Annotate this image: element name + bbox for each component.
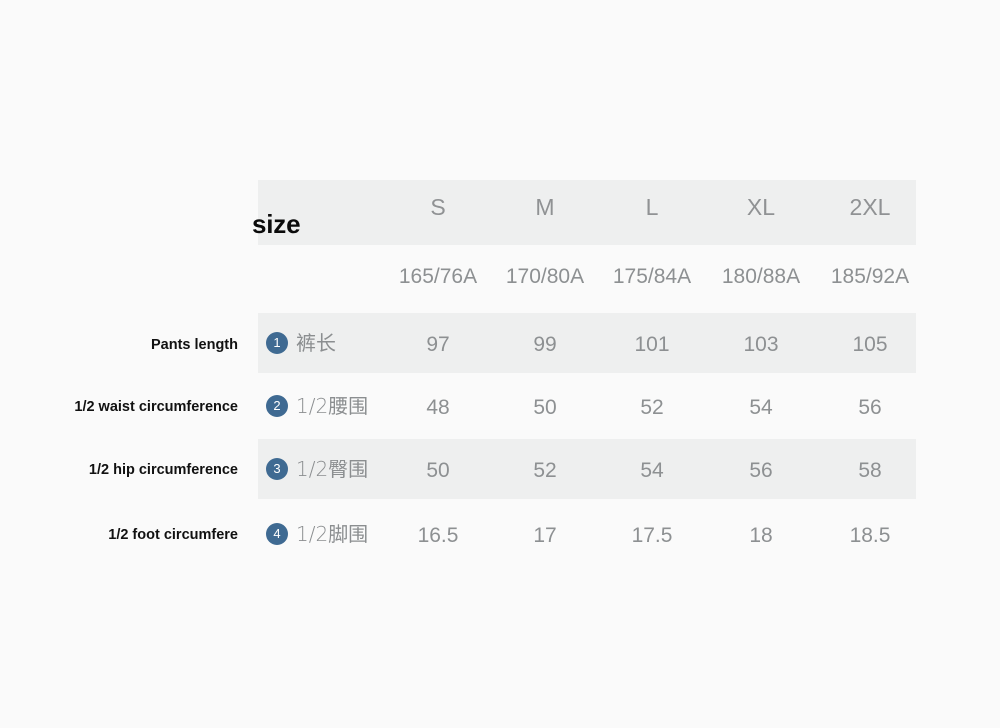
cell-waist-m: 50: [533, 396, 557, 419]
row-label-cn-waist-circumference: 1/2腰围: [296, 394, 369, 418]
row-label-cn-hip-circumference: 1/2臀围: [296, 457, 369, 481]
cell-hip-s: 50: [426, 459, 450, 482]
size-header-s: S: [430, 194, 446, 220]
row-label-cn-foot-circumference: 1/2脚围: [296, 522, 369, 546]
cell-pants-length-m: 99: [533, 333, 557, 356]
cell-hip-2xl: 58: [858, 459, 882, 482]
row-number-badge-3: 3: [266, 458, 288, 480]
row-label-en-waist-circumference: 1/2 waist circumference: [74, 399, 238, 415]
row-number-badge-4: 4: [266, 523, 288, 545]
size-header-2xl: 2XL: [849, 194, 891, 220]
row-number-badge-1: 1: [266, 332, 288, 354]
cell-pants-length-2xl: 105: [852, 333, 888, 356]
cell-waist-2xl: 56: [858, 396, 882, 419]
cell-hip-l: 54: [640, 459, 664, 482]
cell-waist-s: 48: [426, 396, 450, 419]
cell-foot-2xl: 18.5: [849, 524, 891, 547]
cell-pants-length-xl: 103: [743, 333, 779, 356]
cell-foot-m: 17: [533, 524, 557, 547]
spec-code-xl: 180/88A: [721, 265, 801, 288]
cell-hip-m: 52: [533, 459, 557, 482]
spec-code-m: 170/80A: [505, 265, 585, 288]
cell-waist-xl: 54: [749, 396, 773, 419]
row-label-en-hip-circumference: 1/2 hip circumference: [88, 462, 238, 478]
spec-code-l: 175/84A: [612, 265, 692, 288]
cell-hip-xl: 56: [749, 459, 773, 482]
cell-foot-l: 17.5: [631, 524, 673, 547]
cell-pants-length-l: 101: [634, 333, 670, 356]
row-number-badge-2: 2: [266, 395, 288, 417]
cell-foot-xl: 18: [749, 524, 773, 547]
cell-foot-s: 16.5: [417, 524, 459, 547]
row-label-cn-pants-length: 裤长: [296, 331, 336, 355]
spec-code-2xl: 185/92A: [830, 265, 910, 288]
size-caption: size: [252, 209, 301, 239]
row-label-en-foot-circumference: 1/2 foot circumfere: [108, 527, 238, 543]
cell-waist-l: 52: [640, 396, 664, 419]
size-header-l: L: [645, 194, 659, 220]
row-label-en-pants-length: Pants length: [150, 337, 238, 353]
size-chart: Pants length 1/2 waist circumference 1/2…: [0, 0, 1000, 728]
cell-pants-length-s: 97: [426, 333, 450, 356]
size-header-m: M: [535, 194, 555, 220]
spec-code-s: 165/76A: [398, 265, 478, 288]
size-header-xl: XL: [746, 194, 776, 220]
